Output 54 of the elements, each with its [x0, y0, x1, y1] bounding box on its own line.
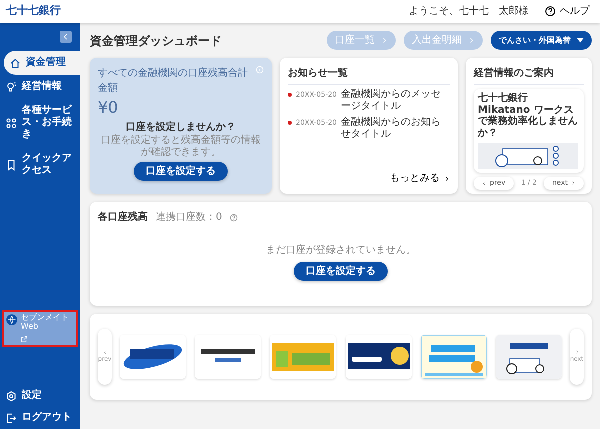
sidebar-item[interactable]: クイックアクセス: [0, 147, 80, 183]
sidebar-item[interactable]: 各種サービス・お手続き: [0, 99, 80, 147]
info-icon: [256, 66, 264, 74]
news-title[interactable]: 金融機関からのお知らせタイトル: [341, 117, 450, 141]
setup-account-button[interactable]: 口座を設定する: [134, 162, 228, 181]
balance-amount: ¥0: [98, 97, 120, 119]
chevron-left-icon: [482, 180, 487, 186]
collapse-button[interactable]: [60, 31, 72, 43]
dropdown-button[interactable]: でんさい・外国為替: [491, 31, 592, 50]
chevron-right-icon: [570, 180, 576, 186]
chevron-right-icon: [444, 176, 450, 182]
help-link[interactable]: ヘルプ: [545, 4, 590, 19]
description-text: 口座を設定すると残高金額等の情報が確認できます。: [100, 135, 262, 158]
sidebar-item[interactable]: ログアウト: [0, 407, 80, 429]
banner-image[interactable]: [496, 335, 562, 379]
external-link-icon: [21, 336, 28, 343]
page-title: 資金管理ダッシュボード: [90, 32, 222, 50]
chevron-right-icon: [381, 37, 388, 44]
caret-down-icon: [577, 37, 584, 44]
sidebar-item[interactable]: 設定: [0, 385, 80, 407]
grid-icon: [6, 118, 17, 128]
banner-image[interactable]: [346, 335, 412, 379]
bullet-icon: [288, 121, 292, 125]
chevron-right-icon: [468, 37, 475, 44]
card-title: お知らせ一覧: [288, 66, 450, 85]
empty-message: まだ口座が登録されていません。: [266, 244, 416, 258]
card-title: すべての金融機関の口座残高合計金額: [98, 66, 249, 96]
chevron-left-icon: [102, 350, 108, 355]
bullet-icon: [288, 93, 292, 97]
help-icon: [545, 6, 556, 17]
card-title: 経営情報のご案内: [474, 66, 584, 85]
home-icon: [10, 58, 21, 68]
more-link[interactable]: もっとみる: [390, 171, 450, 186]
globe-icon: [6, 314, 18, 326]
section-title: 各口座残高: [98, 210, 148, 225]
logout-icon: [6, 412, 17, 424]
greeting-text: ようこそ、七十七 太郎様: [409, 4, 529, 19]
linked-count: 連携口座数：0: [156, 210, 222, 225]
banner-image[interactable]: [120, 335, 186, 379]
chevron-left-icon: [62, 33, 70, 41]
sidebar-item[interactable]: 経営情報: [0, 75, 80, 99]
chevron-right-icon: [574, 350, 580, 355]
prompt-text: 口座を設定しませんか？: [125, 120, 237, 134]
article-card[interactable]: 七十七銀行 Mikatano ワークスで業務効率化しませんか？: [474, 89, 584, 173]
news-title[interactable]: 金融機関からのメッセージタイトル: [341, 89, 450, 113]
help-icon: [230, 214, 238, 222]
setup-account-button[interactable]: 口座を設定する: [294, 262, 388, 280]
banner-image[interactable]: [195, 335, 262, 379]
lightbulb-icon: [6, 82, 17, 92]
bookmark-icon: [6, 160, 17, 170]
article-title: 七十七銀行 Mikatano ワークスで業務効率化しませんか？: [478, 93, 579, 139]
bank-logo[interactable]: 七十七銀行: [6, 3, 61, 20]
settings-icon: [6, 390, 17, 402]
sidebar-item[interactable]: 資金管理: [4, 51, 80, 75]
